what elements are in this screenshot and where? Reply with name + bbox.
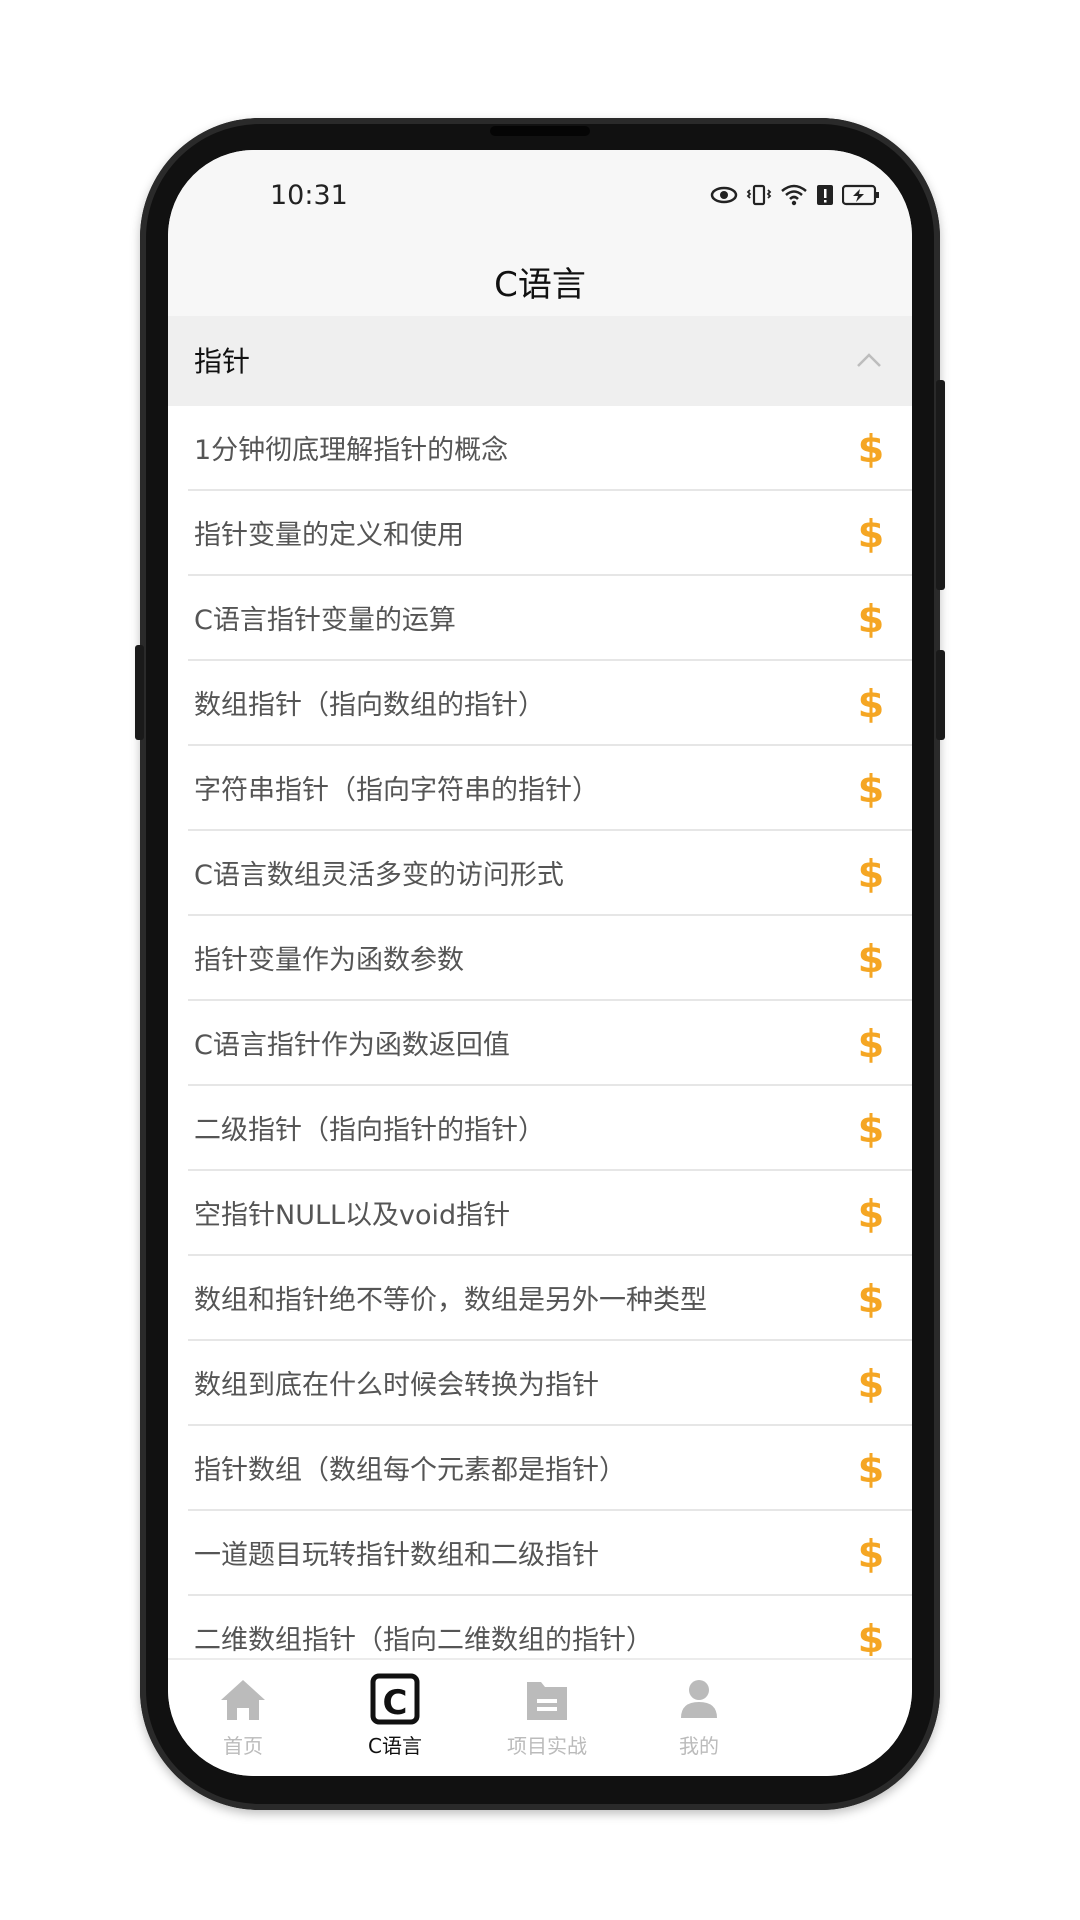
coin-icon: $ [858,597,884,640]
c-language-icon: C [370,1673,420,1725]
svg-text:$: $ [858,852,884,895]
chevron-up-icon[interactable] [856,348,882,374]
bottom-tab-bar: 首页 C C语言 项目实战 我的 [168,1658,912,1776]
coin-icon: $ [858,427,884,470]
list-item[interactable]: 字符串指针（指向字符串的指针） $ [188,746,912,831]
tab-projects[interactable]: 项目实战 [472,1672,622,1772]
lesson-title: 指针变量作为函数参数 [194,945,464,976]
lesson-title: 指针变量的定义和使用 [194,520,464,551]
lesson-title: 数组指针（指向数组的指针） [194,690,545,721]
section-title: 指针 [194,345,251,378]
svg-text:$: $ [858,1277,884,1320]
tab-mine[interactable]: 我的 [624,1672,774,1772]
lesson-title: C语言指针作为函数返回值 [194,1030,510,1061]
svg-text:$: $ [858,427,884,470]
lesson-title: 一道题目玩转指针数组和二级指针 [194,1540,599,1571]
alert-icon [817,185,833,205]
list-item[interactable]: 空指针NULL以及void指针 $ [188,1171,912,1256]
speaker-grille [490,126,590,136]
coin-icon: $ [858,512,884,555]
svg-text:$: $ [858,1107,884,1150]
eye-icon [710,186,738,204]
coin-icon: $ [858,937,884,980]
lesson-title: 二维数组指针（指向二维数组的指针） [194,1625,653,1656]
coin-icon: $ [858,1447,884,1490]
list-item[interactable]: 数组和指针绝不等价，数组是另外一种类型 $ [188,1256,912,1341]
list-item[interactable]: C语言数组灵活多变的访问形式 $ [188,831,912,916]
coin-icon: $ [858,682,884,725]
list-item[interactable]: 数组到底在什么时候会转换为指针 $ [188,1341,912,1426]
svg-text:$: $ [858,1362,884,1405]
coin-icon: $ [858,767,884,810]
lesson-title: 数组到底在什么时候会转换为指针 [194,1370,599,1401]
battery-charging-icon [842,184,879,206]
svg-text:$: $ [858,767,884,810]
section-header-pointers[interactable]: 指针 [168,316,912,406]
coin-icon: $ [858,1022,884,1065]
svg-text:$: $ [858,1532,884,1575]
tab-home[interactable]: 首页 [168,1672,318,1772]
svg-text:$: $ [858,937,884,980]
folder-icon [527,1682,567,1720]
status-bar: 10:31 [168,150,912,240]
svg-text:$: $ [858,1617,884,1656]
phone-screen: 10:31 C语言 指针 1分钟彻底理解指针的概念 $ 指针变量的定义和使用 $… [168,150,912,1776]
list-item[interactable]: 指针变量作为函数参数 $ [188,916,912,1001]
status-icons [710,180,880,210]
tab-c-language[interactable]: C C语言 [320,1672,470,1772]
list-item[interactable]: 1分钟彻底理解指针的概念 $ [188,406,912,491]
svg-text:$: $ [858,512,884,555]
title-bar: C语言 [168,240,912,322]
coin-icon: $ [858,852,884,895]
left-side-button [135,645,144,740]
list-item[interactable]: 数组指针（指向数组的指针） $ [188,661,912,746]
coin-icon: $ [858,1362,884,1405]
lesson-title: 1分钟彻底理解指针的概念 [194,435,509,466]
lesson-title: 二级指针（指向指针的指针） [194,1115,545,1146]
list-item[interactable]: 指针变量的定义和使用 $ [188,491,912,576]
coin-icon: $ [858,1192,884,1235]
svg-text:$: $ [858,1447,884,1490]
page-title: C语言 [494,264,586,305]
tab-label: 首页 [223,1734,263,1758]
wifi-icon [781,184,807,206]
svg-text:$: $ [858,1022,884,1065]
list-item[interactable]: C语言指针作为函数返回值 $ [188,1001,912,1086]
coin-icon: $ [858,1532,884,1575]
lesson-list: 1分钟彻底理解指针的概念 $ 指针变量的定义和使用 $ C语言指针变量的运算 $… [168,406,912,1656]
tab-label: 我的 [679,1734,719,1758]
list-item[interactable]: C语言指针变量的运算 $ [188,576,912,661]
power-button [936,380,945,590]
lesson-title: C语言指针变量的运算 [194,605,456,636]
lesson-title: 空指针NULL以及void指针 [194,1200,511,1231]
coin-icon: $ [858,1617,884,1656]
lesson-title: 字符串指针（指向字符串的指针） [194,775,599,806]
vibrate-icon [746,184,772,206]
coin-icon: $ [858,1107,884,1150]
status-time: 10:31 [270,180,348,211]
volume-button [936,650,945,740]
lesson-title: 指针数组（数组每个元素都是指针） [194,1455,626,1486]
lesson-title: 数组和指针绝不等价，数组是另外一种类型 [194,1285,707,1316]
user-icon [681,1680,717,1718]
svg-text:$: $ [858,682,884,725]
list-item[interactable]: 二维数组指针（指向二维数组的指针） $ [188,1596,912,1656]
tab-label: 项目实战 [507,1734,587,1758]
list-item[interactable]: 二级指针（指向指针的指针） $ [188,1086,912,1171]
home-icon [221,1680,265,1720]
svg-text:$: $ [858,1192,884,1235]
tab-label: C语言 [368,1734,422,1758]
lesson-title: C语言数组灵活多变的访问形式 [194,860,564,891]
coin-icon: $ [858,1277,884,1320]
svg-text:$: $ [858,597,884,640]
svg-text:C: C [383,1683,408,1723]
list-item[interactable]: 一道题目玩转指针数组和二级指针 $ [188,1511,912,1596]
list-item[interactable]: 指针数组（数组每个元素都是指针） $ [188,1426,912,1511]
